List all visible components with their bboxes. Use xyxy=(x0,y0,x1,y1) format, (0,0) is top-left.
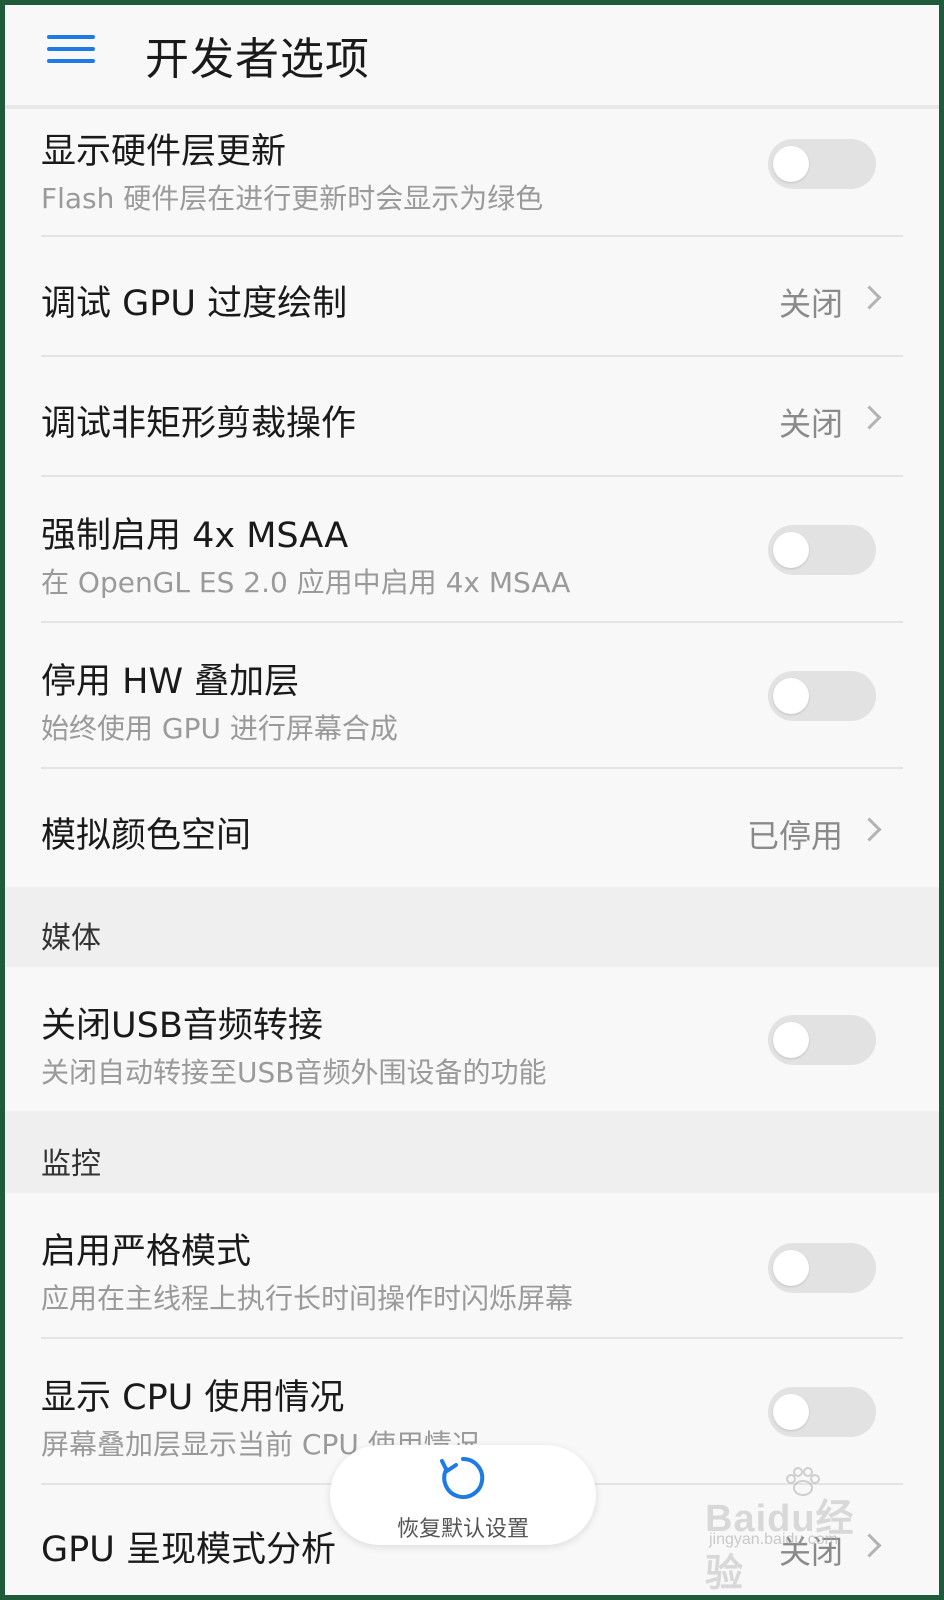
setting-subtitle: 应用在主线程上执行长时间操作时闪烁屏幕 xyxy=(41,1282,574,1315)
refresh-icon xyxy=(440,1456,485,1499)
chevron-right-icon xyxy=(857,1533,882,1558)
app-bar: 开发者选项 xyxy=(5,5,939,109)
setting-disable-hw-overlays[interactable]: 停用 HW 叠加层 始终使用 GPU 进行屏幕合成 xyxy=(5,623,939,769)
setting-title: 强制启用 4x MSAA xyxy=(41,516,349,556)
chevron-right-icon xyxy=(857,405,882,430)
setting-subtitle: 关闭自动转接至USB音频外围设备的功能 xyxy=(41,1056,547,1089)
toggle-switch[interactable] xyxy=(768,1243,876,1293)
setting-title: 调试非矩形剪裁操作 xyxy=(41,404,357,444)
setting-show-hw-layers-updates[interactable]: 显示硬件层更新 Flash 硬件层在进行更新时会显示为绿色 xyxy=(5,109,939,237)
setting-subtitle: 在 OpenGL ES 2.0 应用中启用 4x MSAA xyxy=(41,566,571,599)
setting-title: 模拟颜色空间 xyxy=(41,816,252,856)
setting-disable-usb-audio-routing[interactable]: 关闭USB音频转接 关闭自动转接至USB音频外围设备的功能 xyxy=(5,967,939,1111)
setting-value: 关闭 xyxy=(778,285,843,323)
setting-title: 调试 GPU 过度绘制 xyxy=(41,284,348,324)
toggle-switch[interactable] xyxy=(768,139,876,189)
setting-title: 启用严格模式 xyxy=(41,1232,252,1272)
toggle-switch[interactable] xyxy=(768,525,876,575)
setting-strict-mode[interactable]: 启用严格模式 应用在主线程上执行长时间操作时闪烁屏幕 xyxy=(5,1193,939,1339)
toggle-knob xyxy=(773,146,809,182)
restore-defaults-button[interactable]: 恢复默认设置 xyxy=(330,1445,596,1545)
toggle-knob xyxy=(773,1394,809,1430)
toggle-knob xyxy=(773,532,809,568)
setting-title: 停用 HW 叠加层 xyxy=(41,662,300,702)
section-label: 监控 xyxy=(41,1147,101,1182)
setting-force-4x-msaa[interactable]: 强制启用 4x MSAA 在 OpenGL ES 2.0 应用中启用 4x MS… xyxy=(5,477,939,623)
toggle-knob xyxy=(773,678,809,714)
section-header-media: 媒体 xyxy=(5,887,939,967)
setting-debug-gpu-overdraw[interactable]: 调试 GPU 过度绘制 关闭 xyxy=(5,237,939,357)
toggle-knob xyxy=(773,1022,809,1058)
section-label: 媒体 xyxy=(41,921,101,956)
restore-defaults-label: 恢复默认设置 xyxy=(396,1517,529,1542)
setting-title: 关闭USB音频转接 xyxy=(41,1006,323,1046)
setting-value: 已停用 xyxy=(746,817,843,855)
setting-subtitle: 始终使用 GPU 进行屏幕合成 xyxy=(41,712,398,745)
setting-debug-non-rect-clip[interactable]: 调试非矩形剪裁操作 关闭 xyxy=(5,357,939,477)
toggle-switch[interactable] xyxy=(768,1015,876,1065)
settings-screen: 开发者选项 显示硬件层更新 Flash 硬件层在进行更新时会显示为绿色 调试 G… xyxy=(5,5,939,1595)
setting-title: 显示硬件层更新 xyxy=(41,132,287,172)
hamburger-menu-icon[interactable] xyxy=(47,29,97,69)
toggle-switch[interactable] xyxy=(768,1387,876,1437)
chevron-right-icon xyxy=(857,285,882,310)
setting-subtitle: Flash 硬件层在进行更新时会显示为绿色 xyxy=(41,182,544,215)
setting-title: GPU 呈现模式分析 xyxy=(41,1530,336,1570)
section-header-monitoring: 监控 xyxy=(5,1111,939,1193)
setting-title: 显示 CPU 使用情况 xyxy=(41,1378,345,1418)
setting-value: 关闭 xyxy=(778,1533,843,1571)
toggle-switch[interactable] xyxy=(768,671,876,721)
page-title: 开发者选项 xyxy=(145,34,370,85)
setting-simulate-color-space[interactable]: 模拟颜色空间 已停用 xyxy=(5,769,939,887)
chevron-right-icon xyxy=(857,817,882,842)
setting-value: 关闭 xyxy=(778,405,843,443)
toggle-knob xyxy=(773,1250,809,1286)
